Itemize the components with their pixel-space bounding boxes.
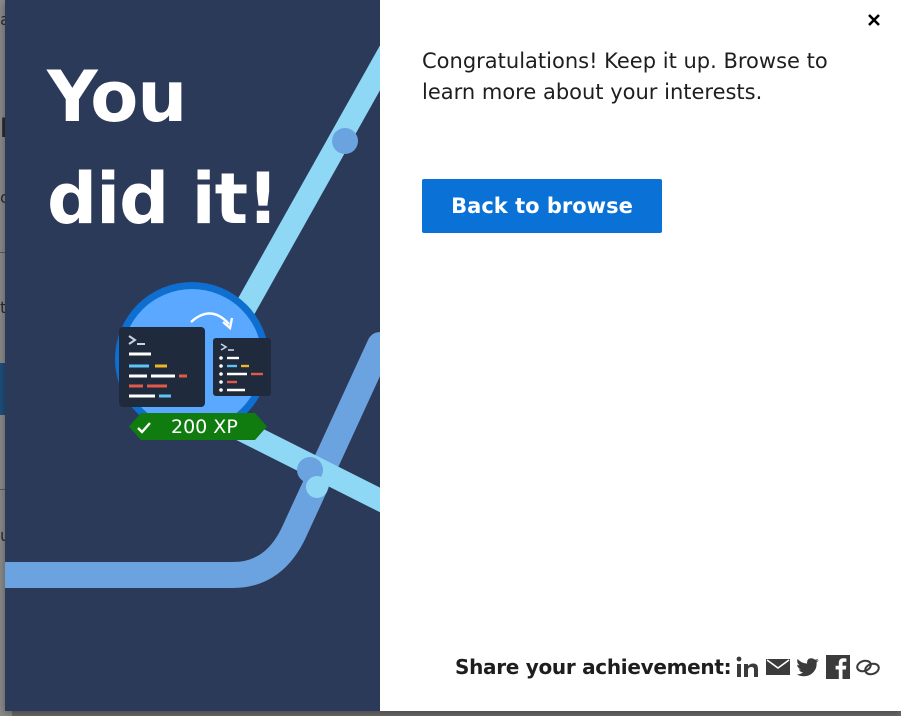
twitter-icon[interactable] xyxy=(795,654,821,680)
linkedin-icon[interactable] xyxy=(735,654,761,680)
track-node xyxy=(306,476,328,498)
hero-title: You did it! xyxy=(47,46,367,250)
achievement-dialog: You did it! 200 XP Congratulations! Keep… xyxy=(5,0,901,711)
screen: a l o t u You did it! xyxy=(0,0,901,716)
hero-title-line-1: You xyxy=(47,56,187,138)
share-label: Share your achievement: xyxy=(455,655,732,679)
share-row: Share your achievement: xyxy=(455,650,881,684)
checkmark-icon xyxy=(137,422,151,434)
content-panel: Congratulations! Keep it up. Browse to l… xyxy=(380,0,901,711)
email-icon[interactable] xyxy=(765,654,791,680)
xp-label: 200 XP xyxy=(171,416,238,438)
copy-link-icon[interactable] xyxy=(855,654,881,680)
hero-panel: You did it! 200 XP xyxy=(5,0,380,711)
hero-title-line-2: did it! xyxy=(47,158,279,240)
facebook-icon[interactable] xyxy=(825,654,851,680)
close-button[interactable] xyxy=(862,8,886,32)
back-to-browse-button[interactable]: Back to browse xyxy=(422,179,662,233)
close-icon xyxy=(868,14,880,26)
congratulations-message: Congratulations! Keep it up. Browse to l… xyxy=(422,49,828,104)
